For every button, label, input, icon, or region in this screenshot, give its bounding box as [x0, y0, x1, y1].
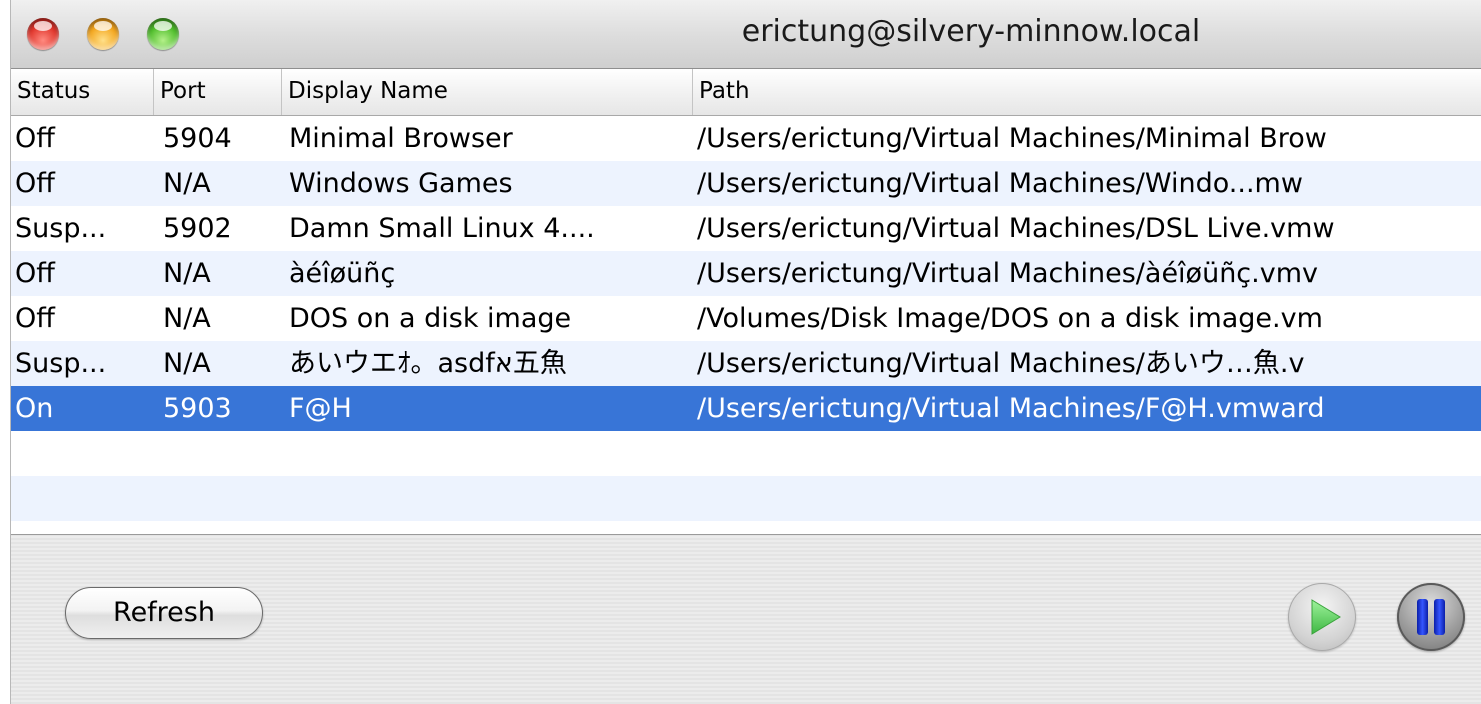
play-button[interactable] — [1288, 583, 1356, 651]
vm-list-window: erictung@silvery-minnow.local Status Por… — [10, 0, 1481, 704]
column-header-port[interactable]: Port — [154, 69, 282, 115]
window-title: erictung@silvery-minnow.local — [741, 14, 1201, 49]
path-cell: /Users/erictung/Virtual Machines/àéîøüñç… — [697, 258, 1318, 289]
port-cell: 5904 — [163, 123, 232, 154]
display-name-cell: F@H — [289, 393, 352, 424]
empty-row — [11, 431, 1481, 476]
path-cell: /Users/erictung/Virtual Machines/あいウ…魚.v — [697, 348, 1305, 379]
close-window-button[interactable] — [27, 18, 59, 50]
display-name-cell: DOS on a disk image — [289, 303, 572, 334]
path-cell: /Users/erictung/Virtual Machines/Minimal… — [697, 123, 1327, 154]
play-icon — [1311, 599, 1341, 635]
table-row[interactable]: Susp... N/A あいウエｵ。asdfא五魚 /Users/erictun… — [11, 341, 1481, 386]
display-name-cell: Windows Games — [289, 168, 513, 199]
display-name-cell: Damn Small Linux 4.... — [289, 213, 595, 244]
status-cell: On — [15, 393, 54, 424]
port-cell: N/A — [163, 258, 211, 289]
status-cell: Susp... — [15, 213, 107, 244]
path-cell: /Volumes/Disk Image/DOS on a disk image.… — [697, 303, 1323, 334]
port-cell: N/A — [163, 348, 211, 379]
title-bar[interactable]: erictung@silvery-minnow.local — [11, 0, 1481, 69]
table-row[interactable]: Off N/A Windows Games /Users/erictung/Vi… — [11, 161, 1481, 206]
status-cell: Off — [15, 258, 55, 289]
display-name-cell: Minimal Browser — [289, 123, 513, 154]
table-header: Status Port Display Name Path — [11, 69, 1481, 116]
pause-icon — [1417, 599, 1445, 635]
status-cell: Susp... — [15, 348, 107, 379]
minimize-window-button[interactable] — [87, 18, 119, 50]
port-cell: N/A — [163, 168, 211, 199]
status-cell: Off — [15, 123, 55, 154]
refresh-button[interactable]: Refresh — [65, 587, 263, 639]
display-name-cell: àéîøüñç — [289, 258, 396, 289]
display-name-cell: あいウエｵ。asdfא五魚 — [289, 348, 567, 379]
column-header-status[interactable]: Status — [11, 69, 154, 115]
vm-table[interactable]: Status Port Display Name Path Off 5904 M… — [11, 69, 1481, 535]
pause-button[interactable] — [1397, 583, 1465, 651]
status-cell: Off — [15, 303, 55, 334]
status-cell: Off — [15, 168, 55, 199]
column-header-display-name[interactable]: Display Name — [282, 69, 693, 115]
table-row[interactable]: Off N/A DOS on a disk image /Volumes/Dis… — [11, 296, 1481, 341]
port-cell: N/A — [163, 303, 211, 334]
column-header-path[interactable]: Path — [693, 69, 1481, 115]
path-cell: /Users/erictung/Virtual Machines/F@H.vmw… — [697, 393, 1325, 424]
path-cell: /Users/erictung/Virtual Machines/Windo..… — [697, 168, 1303, 199]
path-cell: /Users/erictung/Virtual Machines/DSL Liv… — [697, 213, 1335, 244]
zoom-window-button[interactable] — [147, 18, 179, 50]
empty-row — [11, 476, 1481, 521]
table-row[interactable]: Off 5904 Minimal Browser /Users/erictung… — [11, 116, 1481, 161]
port-cell: 5903 — [163, 393, 232, 424]
table-row-selected[interactable]: On 5903 F@H /Users/erictung/Virtual Mach… — [11, 386, 1481, 431]
table-row[interactable]: Susp... 5902 Damn Small Linux 4.... /Use… — [11, 206, 1481, 251]
port-cell: 5902 — [163, 213, 232, 244]
table-row[interactable]: Off N/A àéîøüñç /Users/erictung/Virtual … — [11, 251, 1481, 296]
